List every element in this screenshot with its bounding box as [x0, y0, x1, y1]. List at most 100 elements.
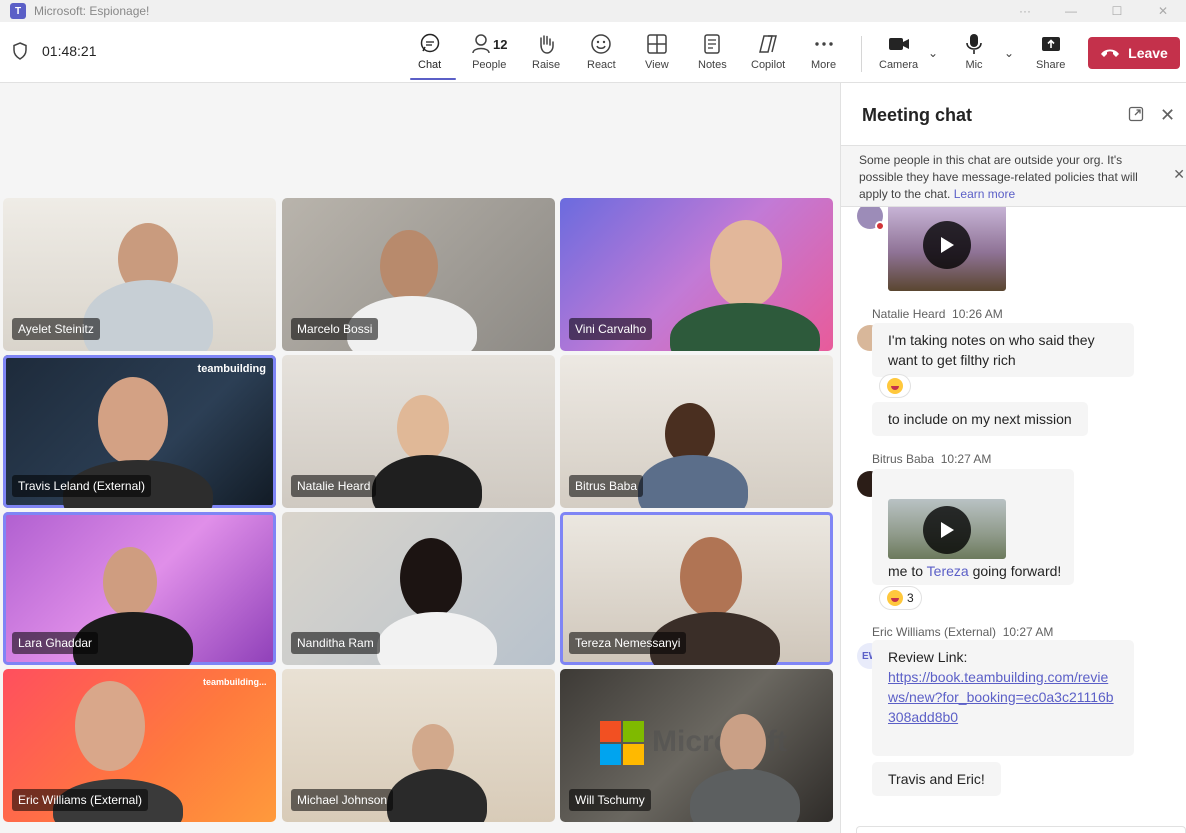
- camera-button[interactable]: Camera: [879, 32, 918, 76]
- window-title: Microsoft: Espionage!: [34, 4, 150, 18]
- participant-video: [380, 230, 438, 302]
- more-icon: [814, 42, 833, 46]
- reaction-badge[interactable]: 3: [879, 586, 922, 610]
- title-bar: T Microsoft: Espionage! ··· — ☐ ✕: [0, 0, 1186, 22]
- meeting-chat-panel: Meeting chat ✕ Some people in this chat …: [840, 83, 1186, 833]
- video-tile[interactable]: Michael Johnson: [282, 669, 555, 822]
- avatar: [857, 207, 885, 231]
- participant-name: Vini Carvalho: [569, 318, 653, 340]
- view-button[interactable]: View: [645, 32, 669, 76]
- mention-link[interactable]: Tereza: [927, 563, 969, 579]
- video-tile[interactable]: teambuilding Travis Leland (External): [3, 355, 276, 508]
- participant-name: Eric Williams (External): [12, 789, 149, 811]
- video-stage: Ayelet Steinitz Marcelo Bossi Vini Carva…: [0, 83, 840, 833]
- participant-video: [98, 377, 168, 465]
- participant-video: [680, 537, 742, 617]
- video-tile[interactable]: Tereza Nemessanyi: [560, 512, 833, 665]
- participant-name: Ayelet Steinitz: [12, 318, 100, 340]
- external-org-notice: Some people in this chat are outside you…: [841, 145, 1186, 207]
- more-button[interactable]: More: [811, 32, 836, 76]
- participant-name: Travis Leland (External): [12, 475, 151, 497]
- microphone-icon: [966, 34, 982, 54]
- participant-video: [103, 547, 157, 617]
- close-window-icon[interactable]: ✕: [1140, 4, 1186, 18]
- copilot-icon: [759, 35, 778, 53]
- people-button[interactable]: 12 People: [471, 32, 507, 76]
- dismiss-notice-icon[interactable]: ✕: [1173, 166, 1185, 183]
- participant-name: Will Tschumy: [569, 789, 651, 811]
- message-bubble: I'm taking notes on who said they want t…: [872, 323, 1134, 377]
- camera-icon: [888, 38, 909, 50]
- camera-options-chevron-icon[interactable]: ⌄: [928, 46, 938, 60]
- leave-button[interactable]: Leave: [1088, 37, 1180, 69]
- shield-icon: [13, 42, 27, 60]
- minimize-icon[interactable]: —: [1048, 4, 1094, 18]
- participant-name: Natalie Heard: [291, 475, 377, 497]
- participant-name: Tereza Nemessanyi: [569, 632, 687, 654]
- active-tab-indicator: [410, 78, 456, 80]
- mic-button[interactable]: Mic: [964, 32, 984, 76]
- popout-icon[interactable]: [1128, 106, 1144, 127]
- compose-box[interactable]: [856, 826, 1186, 833]
- participant-name: Lara Ghaddar: [12, 632, 99, 654]
- play-icon[interactable]: [923, 221, 971, 269]
- video-thumbnail[interactable]: [888, 499, 1006, 559]
- toolbar-divider: [861, 36, 862, 72]
- learn-more-link[interactable]: Learn more: [954, 187, 1015, 201]
- hang-up-icon: [1101, 49, 1120, 57]
- teambuilding-logo: teambuilding...: [203, 677, 267, 687]
- close-icon[interactable]: ✕: [1160, 105, 1175, 126]
- video-tile[interactable]: Marcelo Bossi: [282, 198, 555, 351]
- people-count: 12: [493, 36, 508, 52]
- video-tile[interactable]: Microsoft Will Tschumy: [560, 669, 833, 822]
- video-tile[interactable]: Bitrus Baba: [560, 355, 833, 508]
- notes-icon: [704, 34, 721, 54]
- message-sender: Natalie Heard 10:26 AM: [872, 307, 1003, 321]
- play-icon[interactable]: [923, 506, 971, 554]
- video-tile[interactable]: teambuilding... Eric Williams (External): [3, 669, 276, 822]
- message-list: Natalie Heard 10:26 AM I'm taking notes …: [841, 207, 1186, 833]
- participant-name: Marcelo Bossi: [291, 318, 379, 340]
- react-button[interactable]: React: [587, 32, 616, 76]
- notes-button[interactable]: Notes: [698, 32, 727, 76]
- video-tile[interactable]: Nanditha Ram: [282, 512, 555, 665]
- participant-name: Nanditha Ram: [291, 632, 380, 654]
- video-tile[interactable]: Natalie Heard: [282, 355, 555, 508]
- teams-icon: T: [10, 3, 26, 19]
- review-link[interactable]: https://book.teambuilding.com/reviews/ne…: [888, 667, 1118, 727]
- microsoft-logo-icon: [600, 721, 644, 765]
- participant-video: [720, 714, 766, 772]
- message-text: me to Tereza going forward!: [888, 563, 1062, 579]
- reaction-badge[interactable]: [879, 374, 911, 398]
- video-thumbnail[interactable]: [888, 207, 1006, 291]
- copilot-button[interactable]: Copilot: [751, 32, 785, 76]
- message-bubble: Travis and Eric!: [872, 762, 1001, 796]
- laughing-emoji-icon: [887, 378, 903, 394]
- grid-view-icon: [647, 34, 667, 54]
- video-tile[interactable]: Ayelet Steinitz: [3, 198, 276, 351]
- timer-text: 01:48:21: [42, 43, 97, 59]
- mic-options-chevron-icon[interactable]: ⌄: [1004, 46, 1014, 60]
- share-icon: [1041, 37, 1060, 51]
- message-bubble: to include on my next mission: [872, 402, 1088, 436]
- meeting-toolbar: 01:48:21 Chat 12 People Raise React View…: [0, 22, 1186, 83]
- share-button[interactable]: Share: [1036, 32, 1065, 76]
- window-controls: ··· — ☐ ✕: [1002, 0, 1186, 22]
- message-sender: Eric Williams (External) 10:27 AM: [872, 625, 1054, 639]
- meeting-timer: 01:48:21: [12, 42, 97, 60]
- message-bubble: Review Link: https://book.teambuilding.c…: [872, 640, 1134, 756]
- raise-hand-button[interactable]: Raise: [532, 32, 560, 76]
- video-tile[interactable]: Lara Ghaddar: [3, 512, 276, 665]
- people-icon: [472, 34, 490, 54]
- more-options-icon[interactable]: ···: [1002, 4, 1048, 18]
- participant-video: [75, 681, 145, 771]
- teambuilding-logo: teambuilding: [197, 363, 266, 375]
- participant-video: [710, 220, 782, 308]
- participant-name: Bitrus Baba: [569, 475, 644, 497]
- video-tile[interactable]: Vini Carvalho: [560, 198, 833, 351]
- laughing-emoji-icon: [887, 590, 903, 606]
- hand-icon: [540, 35, 554, 54]
- maximize-icon[interactable]: ☐: [1094, 4, 1140, 18]
- chat-button[interactable]: Chat: [418, 32, 441, 76]
- chat-title: Meeting chat: [862, 105, 973, 125]
